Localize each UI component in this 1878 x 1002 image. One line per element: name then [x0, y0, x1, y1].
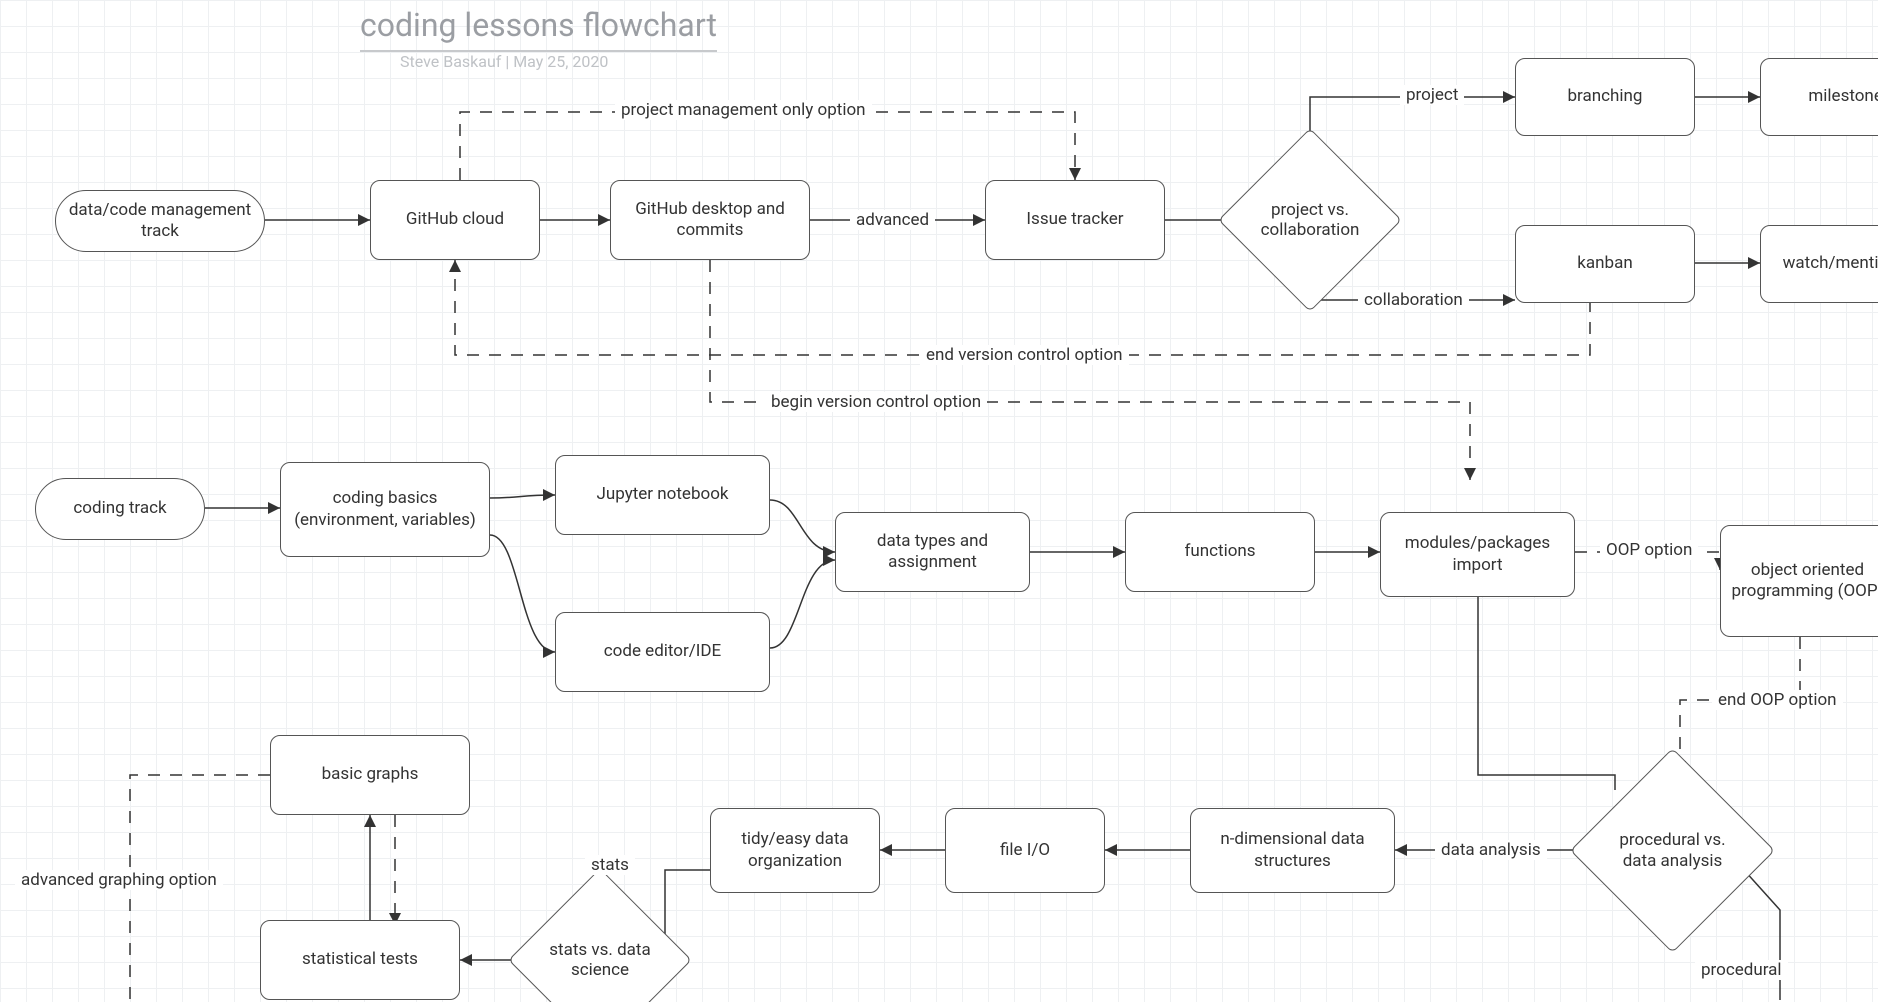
node-procedural-vs-data-analysis: procedural vs. data analysis	[1600, 778, 1745, 923]
edge-label-collaboration: collaboration	[1358, 290, 1469, 310]
decision-label: procedural vs. data analysis	[1608, 782, 1737, 919]
node-issue-tracker: Issue tracker	[985, 180, 1165, 260]
node-n-dimensional-data-structures: n-dimensional data structures	[1190, 808, 1395, 893]
node-stats-vs-data-science: stats vs. data science	[535, 895, 665, 1002]
node-code-editor-ide: code editor/IDE	[555, 612, 770, 692]
diagram-title: coding lessons flowchart	[360, 6, 717, 52]
node-basic-graphs: basic graphs	[270, 735, 470, 815]
node-data-types-assignment: data types and assignment	[835, 512, 1030, 592]
node-object-oriented-programming: object oriented programming (OOP)	[1720, 525, 1878, 637]
node-functions: functions	[1125, 512, 1315, 592]
edge-label-end-version-control: end version control option	[920, 345, 1129, 365]
node-github-desktop-commits: GitHub desktop and commits	[610, 180, 810, 260]
node-milestones: milestones	[1760, 58, 1878, 136]
node-kanban: kanban	[1515, 225, 1695, 303]
node-coding-basics: coding basics (environment, variables)	[280, 462, 490, 557]
edge-label-stats: stats	[585, 855, 635, 875]
edge-label-advanced: advanced	[850, 210, 935, 230]
edge-label-data-analysis: data analysis	[1435, 840, 1547, 860]
decision-label: stats vs. data science	[543, 899, 657, 1002]
node-branching: branching	[1515, 58, 1695, 136]
node-watch-mention-notify: watch/mention/notify	[1760, 225, 1878, 303]
edge-label-project: project	[1400, 85, 1464, 105]
node-jupyter-notebook: Jupyter notebook	[555, 455, 770, 535]
node-project-vs-collaboration: project vs. collaboration	[1245, 155, 1375, 285]
diagram-subtitle: Steve Baskauf | May 25, 2020	[400, 52, 608, 71]
node-data-code-management-track: data/code management track	[55, 190, 265, 252]
edge-label-oop-option: OOP option	[1600, 540, 1698, 560]
edge-label-procedural: procedural	[1695, 960, 1788, 980]
node-github-cloud: GitHub cloud	[370, 180, 540, 260]
edge-label-begin-version-control: begin version control option	[765, 392, 987, 412]
edge-label-end-oop-option: end OOP option	[1712, 690, 1843, 710]
node-file-io: file I/O	[945, 808, 1105, 893]
edge-label-project-management-only: project management only option	[615, 100, 872, 120]
node-statistical-tests: statistical tests	[260, 920, 460, 1000]
decision-label: project vs. collaboration	[1253, 159, 1367, 281]
node-tidy-data-organization: tidy/easy data organization	[710, 808, 880, 893]
edge-label-advanced-graphing-option: advanced graphing option	[15, 870, 223, 890]
node-coding-track: coding track	[35, 478, 205, 540]
node-modules-packages-import: modules/packages import	[1380, 512, 1575, 597]
diagram-canvas: { "header": { "title": "coding lessons f…	[0, 0, 1878, 1002]
